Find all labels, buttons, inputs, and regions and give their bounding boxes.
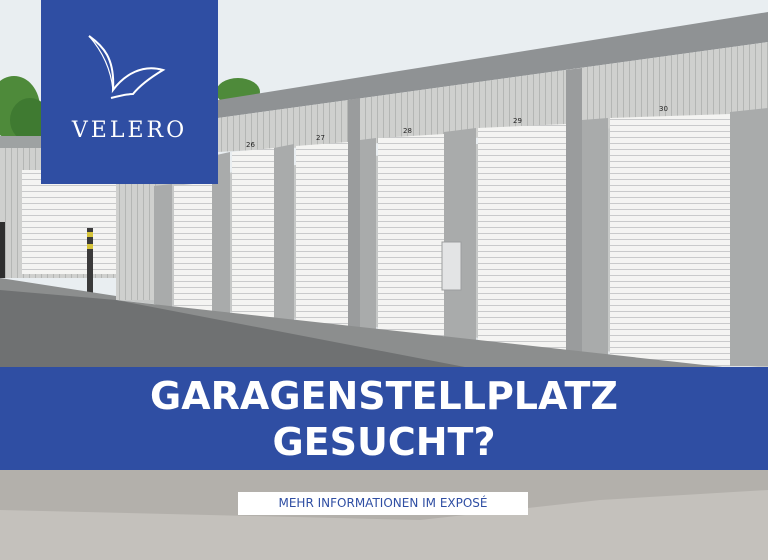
headline: GARAGENSTELLPLATZ GESUCHT? (0, 373, 768, 465)
electrical-box (441, 241, 462, 291)
more-info-button[interactable]: MEHR INFORMATIONEN IM EXPOSÉ (238, 492, 528, 515)
bollard (87, 228, 93, 298)
door-number: 27 (316, 134, 325, 142)
headline-banner: GARAGENSTELLPLATZ GESUCHT? (0, 367, 768, 470)
headline-line-1: GARAGENSTELLPLATZ (150, 374, 618, 418)
door-number: 28 (403, 127, 412, 135)
velero-logo: VELERO (41, 0, 218, 184)
bollard (0, 222, 5, 278)
brand-name: VELERO (71, 118, 188, 143)
bird-icon (88, 35, 166, 99)
headline-line-2: GESUCHT? (272, 420, 496, 464)
door-number: 26 (246, 141, 255, 149)
door-number: 29 (513, 117, 522, 125)
door-number: 30 (659, 105, 668, 113)
